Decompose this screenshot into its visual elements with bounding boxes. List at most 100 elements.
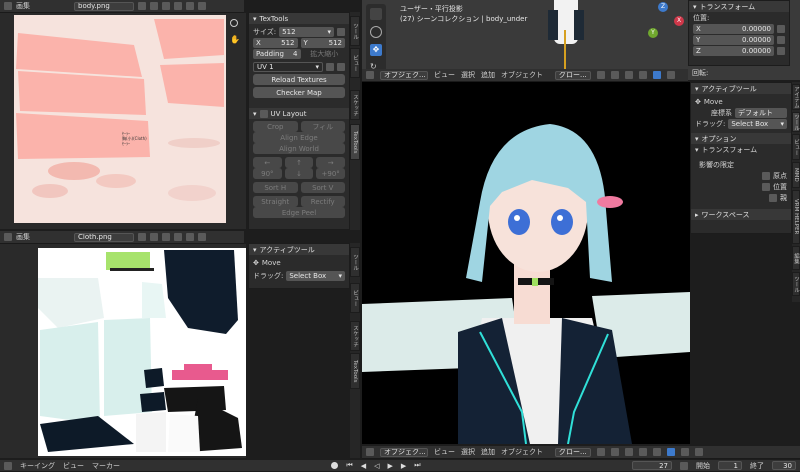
bottom-uv-canvas-area[interactable] [0, 244, 246, 458]
orientation-dropdown[interactable]: グロー... [555, 70, 591, 80]
end-frame-field[interactable]: 30 [772, 461, 796, 470]
play-reverse-icon[interactable]: ◁ [374, 462, 379, 470]
parents-row[interactable]: 親 [691, 192, 791, 203]
location-x-field[interactable]: X 0.00000 [693, 23, 774, 34]
select-tool-icon[interactable] [370, 26, 382, 38]
locations-checkbox[interactable] [762, 182, 770, 191]
coord-dropdown[interactable]: デフォルト [735, 107, 787, 118]
arrow-right-button[interactable]: → [316, 157, 346, 168]
shading-solid-icon[interactable] [653, 71, 661, 79]
bottom-mode-dropdown[interactable]: オブジェク... [380, 447, 428, 457]
pin-icon[interactable] [198, 233, 206, 241]
shading-solid-icon[interactable] [667, 448, 675, 456]
drag-dropdown[interactable]: Select Box ▾ [728, 118, 787, 129]
play-icon[interactable]: ▶ [388, 462, 393, 470]
snap-icon[interactable] [597, 71, 605, 79]
snap-icon[interactable] [597, 448, 605, 456]
timeline-keying[interactable]: キーイング [20, 461, 55, 471]
side-tab-vrm-helper[interactable]: VRM HELPER [792, 190, 800, 244]
side-tab-textools[interactable]: TexTools [350, 124, 360, 160]
menu-view[interactable]: ビュー [434, 70, 455, 80]
gizmo-x-axis[interactable]: X [674, 16, 684, 26]
origins-row[interactable]: 原点 [691, 170, 791, 181]
shield-icon[interactable] [138, 233, 146, 241]
cursor-tool-icon[interactable] [370, 8, 382, 20]
side-tab-tool-2[interactable]: ツール [792, 272, 800, 296]
uv-layout-header[interactable]: ▾ UV Layout [249, 108, 349, 119]
close-icon[interactable] [186, 2, 194, 10]
parents-checkbox[interactable] [769, 193, 777, 202]
options-transform-row[interactable]: ▾ トランスフォーム [691, 144, 791, 155]
size-dropdown[interactable]: 512 ▾ [279, 26, 334, 37]
overlay-icon[interactable] [625, 71, 633, 79]
bottom-move-row[interactable]: ✥ Move [249, 257, 349, 268]
rectify-button[interactable]: Rectify [300, 196, 345, 207]
bottom-image-name[interactable]: Cloth.png [74, 232, 134, 242]
shading-material-icon[interactable] [667, 71, 675, 79]
bottom-active-tool-header[interactable]: ▾ アクティブツール [249, 244, 349, 255]
timeline-view[interactable]: ビュー [63, 461, 84, 471]
jump-end-icon[interactable]: ⏭ [414, 461, 420, 470]
reload-textures-button[interactable]: Reload Textures [253, 74, 345, 85]
close-icon[interactable] [186, 233, 194, 241]
side-tab-sketch[interactable]: ビュー [350, 283, 360, 313]
menu-object[interactable]: オブジェクト [501, 70, 543, 80]
padding-field[interactable]: Padding 4 [253, 48, 301, 59]
origins-checkbox[interactable] [762, 171, 770, 180]
bottom-menu-view[interactable]: ビュー [434, 447, 455, 457]
folder-icon[interactable] [162, 233, 170, 241]
shading-material-icon[interactable] [681, 448, 689, 456]
arrow-left-button[interactable]: ← [253, 157, 282, 168]
bottom-menu-object[interactable]: オブジェクト [501, 447, 543, 457]
checker-map-button[interactable]: Checker Map [253, 87, 345, 98]
x-field[interactable]: X 512 [253, 37, 298, 48]
next-key-icon[interactable]: ▶ [401, 462, 406, 470]
uv-channel-dropdown[interactable]: UV 1 ▾ [253, 61, 323, 72]
editor-type-icon[interactable] [366, 448, 374, 456]
record-icon[interactable] [331, 462, 339, 469]
gizmo-y-axis[interactable]: Y [648, 28, 658, 38]
side-tab-view[interactable]: ツール [350, 247, 360, 277]
bottom-orientation-dropdown[interactable]: グロー... [555, 447, 591, 457]
overlay-icon[interactable] [625, 448, 633, 456]
gizmo-z-axis[interactable]: Z [658, 2, 668, 12]
rotate-left-button[interactable]: 90° [253, 168, 282, 179]
xray-icon[interactable] [639, 448, 647, 456]
prev-key-icon[interactable]: ◀ [361, 462, 366, 470]
navigation-gizmo[interactable]: Z X Y [644, 2, 690, 46]
mode-dropdown[interactable]: オブジェク... [380, 70, 428, 80]
textools-header[interactable]: ▾ TexTools [249, 13, 349, 24]
side-tab-item[interactable]: アイテム [792, 84, 800, 110]
arrow-down-button[interactable]: ↓ [284, 168, 314, 179]
transform-header[interactable]: ▾ トランスフォーム [689, 1, 789, 12]
lock-icon[interactable] [777, 24, 785, 33]
options-header[interactable]: ▾ オプション [691, 133, 791, 144]
fill-button[interactable]: フィル [300, 121, 345, 132]
align-edge-button[interactable]: Align Edge [253, 132, 345, 143]
side-tab-sketch[interactable]: ビュー [350, 48, 360, 78]
lock-icon[interactable] [777, 46, 785, 55]
zoom-icon[interactable] [230, 19, 238, 27]
active-tool-header[interactable]: ▾ アクティブツール [691, 83, 791, 94]
edge-peel-button[interactable]: Edge Peel [253, 207, 345, 218]
menu-select[interactable]: 選択 [461, 70, 475, 80]
lock-icon[interactable] [777, 35, 785, 44]
new-image-icon[interactable] [174, 2, 182, 10]
side-tab-mmd[interactable]: MMD [792, 162, 800, 188]
hand-icon[interactable]: ✋ [230, 35, 240, 44]
shading-render-icon[interactable] [695, 448, 703, 456]
side-tab-image[interactable]: スケッチ [350, 90, 360, 120]
xray-icon[interactable] [639, 71, 647, 79]
side-tab-textools[interactable]: TexTools [350, 353, 360, 389]
eyedropper-icon[interactable] [337, 27, 345, 36]
clock-icon[interactable] [680, 461, 688, 470]
move-tool-icon[interactable]: ✥ [370, 44, 382, 56]
side-tab-image[interactable]: スケッチ [350, 321, 360, 351]
pin-icon[interactable] [198, 2, 206, 10]
side-tab-view[interactable]: ツール [350, 16, 360, 46]
timeline-marker[interactable]: マーカー [92, 461, 120, 471]
jump-start-icon[interactable]: ⏮ [346, 461, 352, 470]
start-frame-field[interactable]: 1 [718, 461, 742, 470]
shading-wire-icon[interactable] [653, 448, 661, 456]
menu-add[interactable]: 追加 [481, 70, 495, 80]
